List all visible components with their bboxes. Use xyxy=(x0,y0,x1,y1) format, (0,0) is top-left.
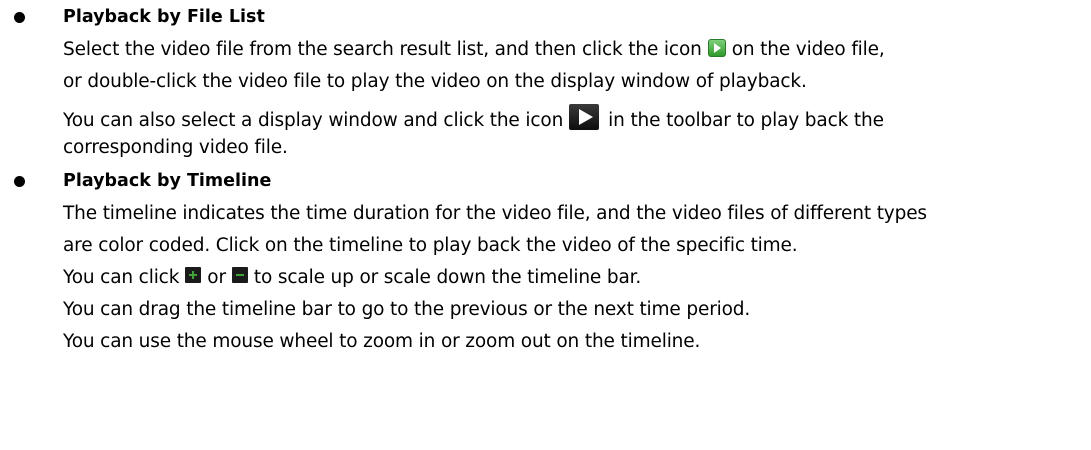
paragraph-line: corresponding video file. xyxy=(63,137,288,158)
section-heading-file-list: Playback by File List xyxy=(63,7,265,27)
text-segment: in the toolbar to play back the xyxy=(608,110,884,131)
play-large-icon xyxy=(569,104,600,130)
paragraph-line: You can also select a display window and… xyxy=(63,104,884,138)
minus-icon xyxy=(231,267,248,283)
paragraph-line: The timeline indicates the time duration… xyxy=(63,203,927,224)
text-segment: You can also select a display window and… xyxy=(63,110,564,131)
paragraph-line: Select the video file from the search re… xyxy=(63,38,885,62)
paragraph-line: or double-click the video file to play t… xyxy=(63,71,807,92)
section-heading-timeline: Playback by Timeline xyxy=(63,171,272,191)
text-segment: on the video file, xyxy=(731,39,885,60)
plus-icon xyxy=(185,267,202,283)
document-page: Playback by File List Select the video f… xyxy=(0,0,1091,450)
text-segment: or xyxy=(207,267,226,288)
text-segment: You can click xyxy=(63,267,180,288)
bullet-icon xyxy=(14,12,25,23)
paragraph-line: You can click or to scale up or scale down… xyxy=(63,266,641,290)
text-segment: to scale up or scale down the timeline b… xyxy=(253,267,642,288)
play-small-icon xyxy=(707,39,726,57)
paragraph-line: You can use the mouse wheel to zoom in o… xyxy=(63,331,701,352)
paragraph-line: are color coded. Click on the timeline t… xyxy=(63,235,798,256)
paragraph-line: You can drag the timeline bar to go to t… xyxy=(63,299,751,320)
bullet-icon xyxy=(14,176,25,187)
text-segment: Select the video file from the search re… xyxy=(63,39,702,60)
